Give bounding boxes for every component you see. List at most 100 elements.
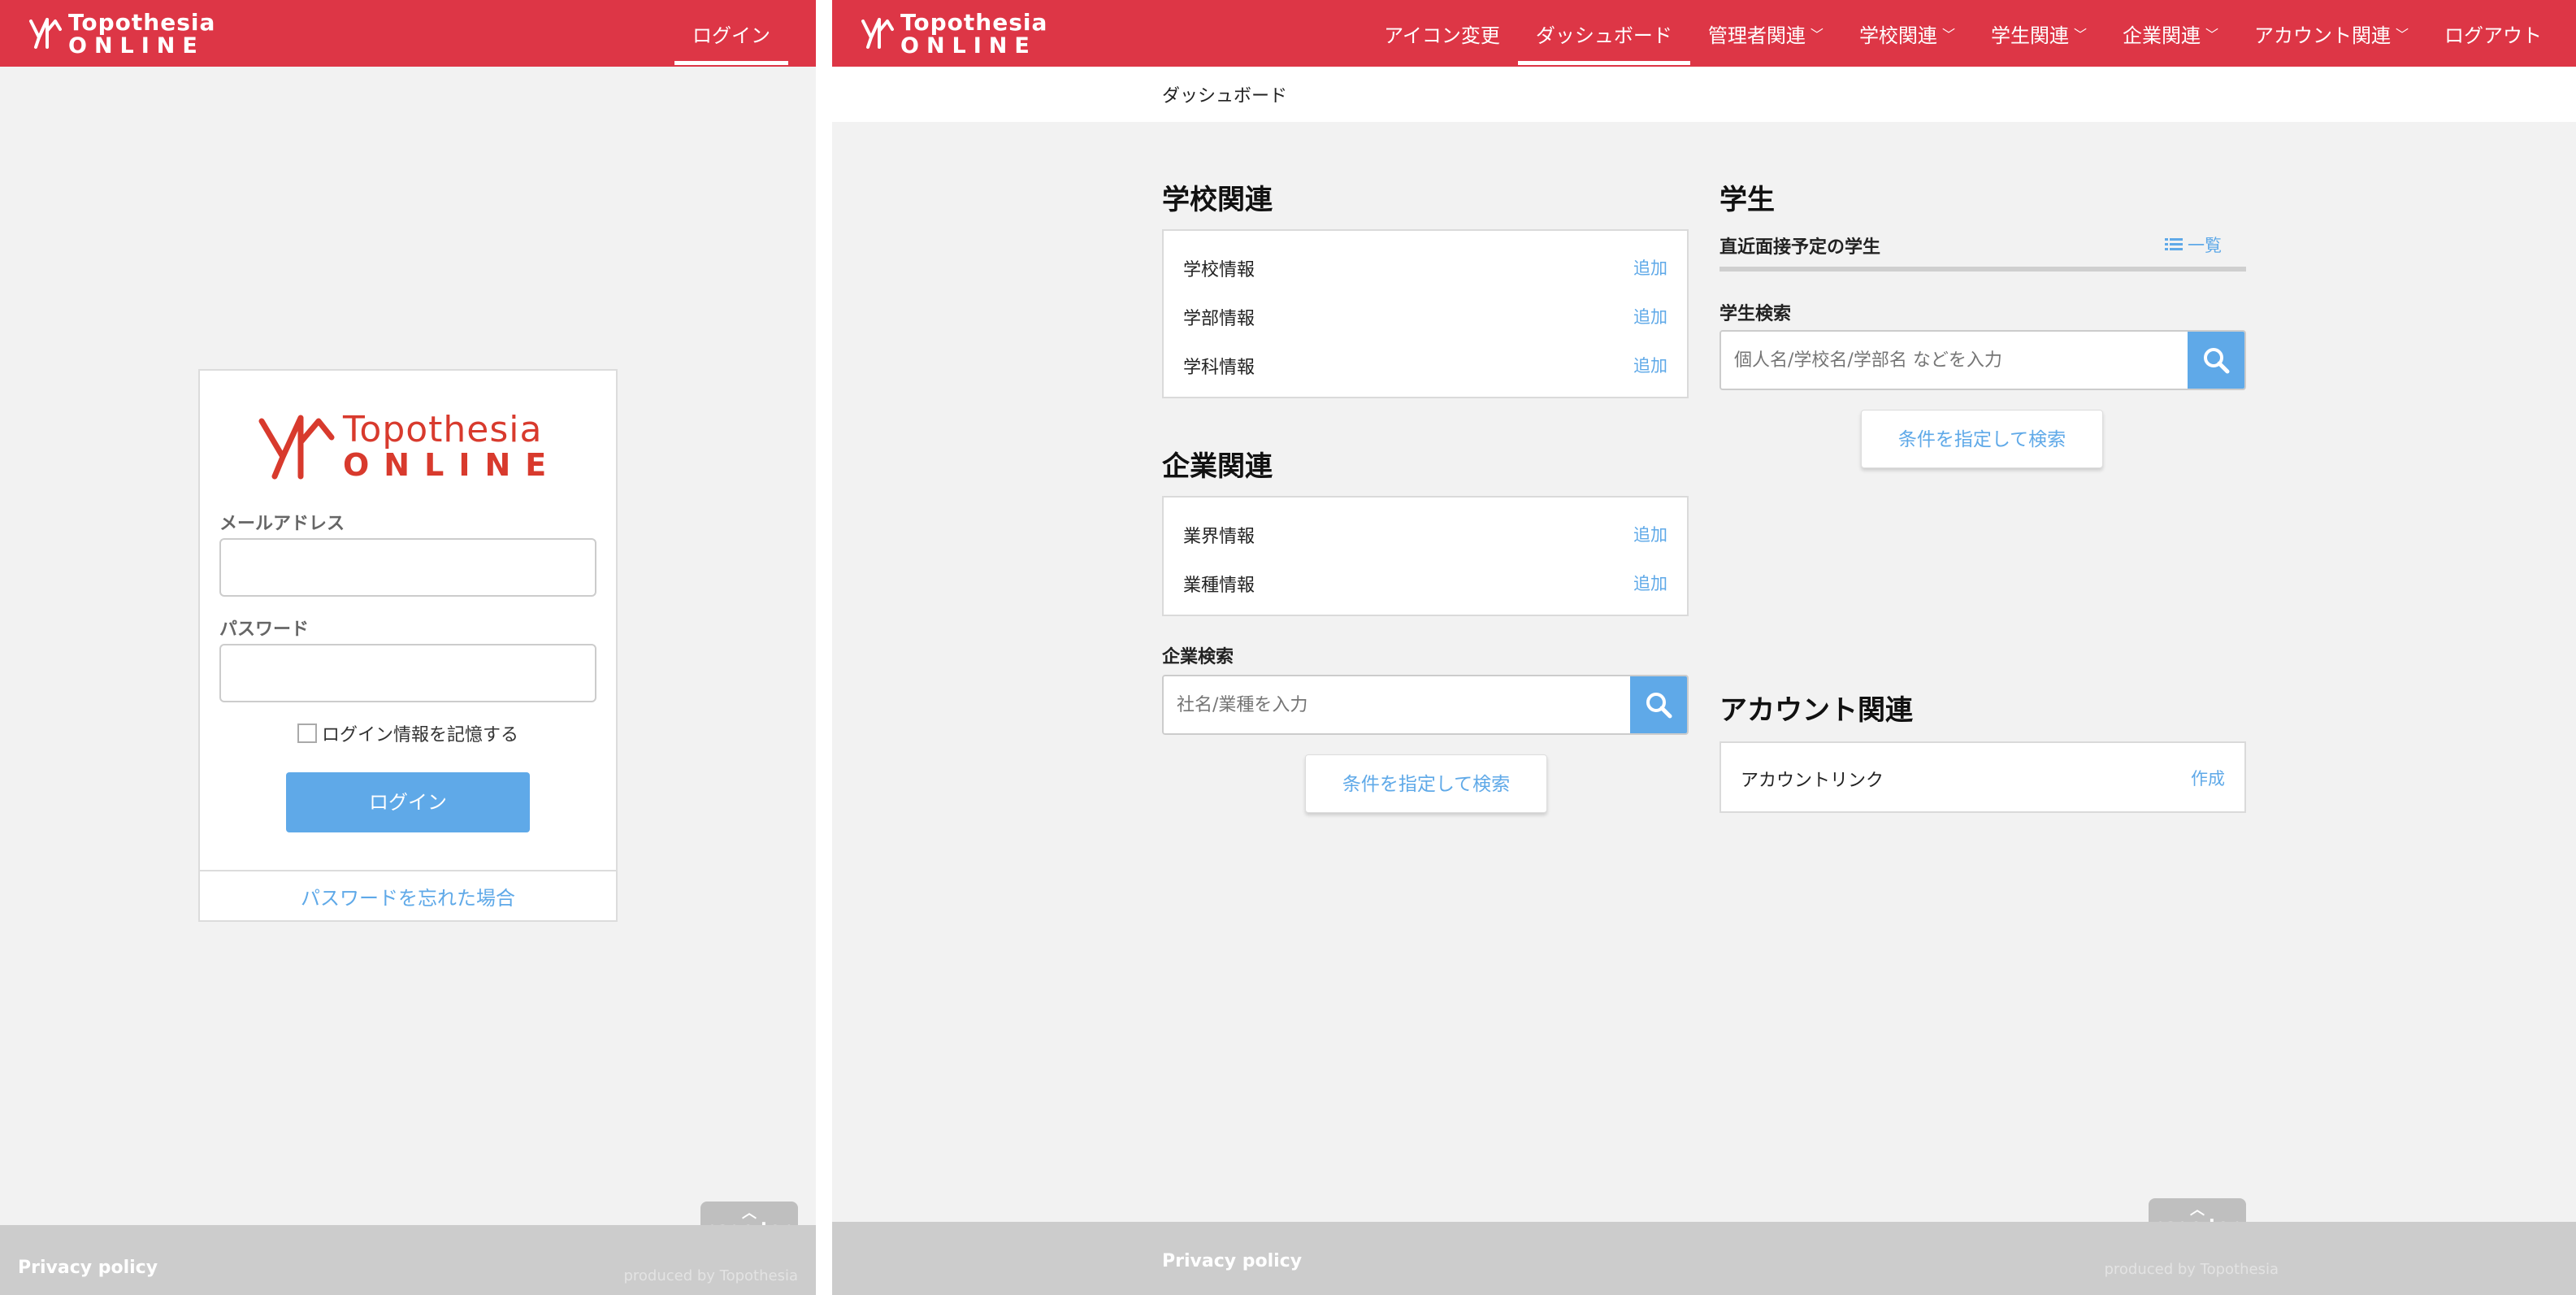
list-item: 学科情報 追加 — [1183, 353, 1667, 379]
breadcrumb: ダッシュボード — [1162, 86, 1288, 106]
list-item: 業種情報 追加 — [1183, 571, 1667, 597]
password-field[interactable] — [219, 644, 596, 702]
nav-label: 学生関連 — [1990, 24, 2069, 47]
email-label: メールアドレス — [219, 514, 345, 534]
logo-line1: Topothesia — [900, 9, 1048, 36]
privacy-policy-link[interactable]: Privacy policy — [1162, 1251, 1302, 1271]
tree-logo-icon — [29, 18, 62, 49]
student-list-label: 一覧 — [2188, 236, 2222, 255]
student-search — [1720, 330, 2246, 390]
company-box: 業界情報 追加 業種情報 追加 — [1162, 496, 1689, 616]
nav-label: 企業関連 — [2122, 24, 2201, 47]
nav-label: 管理者関連 — [1707, 24, 1806, 47]
produced-by: produced by Topothesia — [2104, 1261, 2279, 1278]
login-card: Topothesia ONLINE メールアドレス パスワード ログイン情報を記… — [198, 369, 618, 922]
remember-row: ログイン情報を記憶する — [200, 720, 616, 746]
list-icon — [2165, 238, 2183, 250]
company-search-input[interactable] — [1164, 676, 1630, 733]
chevron-up-icon: ︿ — [2190, 1202, 2205, 1219]
dashboard-screen: Topothesia ONLINE アイコン変更 ダッシュボード 管理者関連 ﹀ … — [832, 0, 2576, 1295]
nav-admin[interactable]: 管理者関連 ﹀ — [1690, 0, 1841, 67]
login-footer: Privacy policy produced by Topothesia — [0, 1225, 816, 1295]
account-link-label: アカウントリンク — [1741, 771, 1884, 791]
nav-school[interactable]: 学校関連 ﹀ — [1841, 0, 1973, 67]
nav-icon-change[interactable]: アイコン変更 — [1366, 0, 1518, 67]
main-nav: アイコン変更 ダッシュボード 管理者関連 ﹀ 学校関連 ﹀ 学生関連 ﹀ 企業関連 ﹀ … — [1366, 0, 2560, 67]
header-logo[interactable]: Topothesia ONLINE — [28, 11, 215, 57]
chevron-down-icon: ﹀ — [1810, 27, 1824, 42]
student-section-title: 学生 — [1720, 184, 1775, 216]
list-item: 学校情報 追加 — [1183, 255, 1667, 281]
add-school-info-link[interactable]: 追加 — [1633, 255, 1667, 281]
header-logo[interactable]: Topothesia ONLINE — [860, 11, 1047, 57]
nav-login[interactable]: ログイン — [674, 0, 788, 67]
search-icon — [1646, 693, 1672, 719]
nav-label: アイコン変更 — [1384, 24, 1500, 47]
produced-by: produced by Topothesia — [623, 1267, 798, 1284]
login-screen: Topothesia ONLINE ログイン Topothesia ONLINE… — [0, 0, 816, 1295]
tree-logo-icon — [861, 18, 894, 49]
department-info-label: 学科情報 — [1183, 358, 1255, 378]
company-search-label: 企業検索 — [1162, 647, 1234, 667]
student-condition-search-button[interactable]: 条件を指定して検索 — [1861, 410, 2103, 468]
chevron-down-icon: ﹀ — [2395, 27, 2409, 42]
login-header: Topothesia ONLINE ログイン — [0, 0, 816, 67]
search-icon — [2204, 348, 2230, 374]
forgot-password-link[interactable]: パスワードを忘れた場合 — [200, 870, 616, 920]
login-button[interactable]: ログイン — [286, 772, 530, 832]
student-search-label: 学生検索 — [1720, 304, 1792, 324]
faculty-info-label: 学部情報 — [1183, 309, 1255, 329]
student-list-link[interactable]: 一覧 — [2165, 232, 2222, 257]
logo-line2: ONLINE — [900, 33, 1037, 59]
add-industry-info-link[interactable]: 追加 — [1633, 522, 1667, 548]
business-type-info-label: 業種情報 — [1183, 576, 1255, 596]
nav-account[interactable]: アカウント関連 ﹀ — [2236, 0, 2426, 67]
email-field[interactable] — [219, 538, 596, 597]
nav-label: ログアウト — [2444, 24, 2542, 47]
list-item: 学部情報 追加 — [1183, 304, 1667, 330]
school-info-label: 学校情報 — [1183, 260, 1255, 280]
card-logo-line2: ONLINE — [343, 447, 562, 483]
tree-logo-icon — [258, 415, 335, 480]
company-condition-search-button[interactable]: 条件を指定して検索 — [1305, 754, 1547, 813]
account-box: アカウントリンク 作成 — [1720, 741, 2246, 813]
logo-line2: ONLINE — [68, 33, 205, 59]
nav-label: ダッシュボード — [1535, 24, 1672, 47]
password-label: パスワード — [219, 619, 310, 640]
list-item: アカウントリンク 作成 — [1741, 766, 2225, 792]
nav-label: 学校関連 — [1858, 24, 1937, 47]
upcoming-interview-label: 直近面接予定の学生 — [1720, 237, 1881, 258]
chevron-down-icon: ﹀ — [1941, 27, 1955, 42]
account-section-title: アカウント関連 — [1720, 694, 1913, 727]
add-faculty-info-link[interactable]: 追加 — [1633, 304, 1667, 330]
student-search-button[interactable] — [2188, 332, 2244, 389]
school-box: 学校情報 追加 学部情報 追加 学科情報 追加 — [1162, 229, 1689, 398]
chevron-down-icon: ﹀ — [2205, 27, 2218, 42]
list-item: 業界情報 追加 — [1183, 522, 1667, 548]
nav-student[interactable]: 学生関連 ﹀ — [1973, 0, 2105, 67]
industry-info-label: 業界情報 — [1183, 527, 1255, 547]
privacy-policy-link[interactable]: Privacy policy — [18, 1258, 158, 1278]
divider — [1720, 267, 2246, 272]
create-account-link[interactable]: 作成 — [2191, 766, 2225, 792]
chevron-up-icon: ︿ — [742, 1205, 757, 1222]
remember-checkbox[interactable] — [297, 724, 317, 743]
school-section-title: 学校関連 — [1162, 184, 1273, 216]
nav-dashboard[interactable]: ダッシュボード — [1517, 0, 1690, 67]
company-search-button[interactable] — [1630, 676, 1687, 733]
student-search-input[interactable] — [1721, 332, 2188, 389]
card-logo-line1: Topothesia — [343, 409, 543, 450]
add-department-info-link[interactable]: 追加 — [1633, 353, 1667, 379]
company-section-title: 企業関連 — [1162, 450, 1273, 483]
nav-logout[interactable]: ログアウト — [2426, 0, 2560, 67]
dashboard-header: Topothesia ONLINE アイコン変更 ダッシュボード 管理者関連 ﹀ … — [832, 0, 2576, 67]
breadcrumb-bar: ダッシュボード — [832, 67, 2576, 122]
nav-company[interactable]: 企業関連 ﹀ — [2105, 0, 2236, 67]
add-business-type-info-link[interactable]: 追加 — [1633, 571, 1667, 597]
remember-label[interactable]: ログイン情報を記憶する — [322, 720, 518, 746]
card-logo: Topothesia ONLINE — [257, 410, 561, 483]
logo-line1: Topothesia — [68, 9, 216, 36]
nav-label: アカウント関連 — [2253, 24, 2391, 47]
dashboard-footer: Privacy policy produced by Topothesia — [832, 1222, 2576, 1295]
chevron-down-icon: ﹀ — [2073, 27, 2087, 42]
